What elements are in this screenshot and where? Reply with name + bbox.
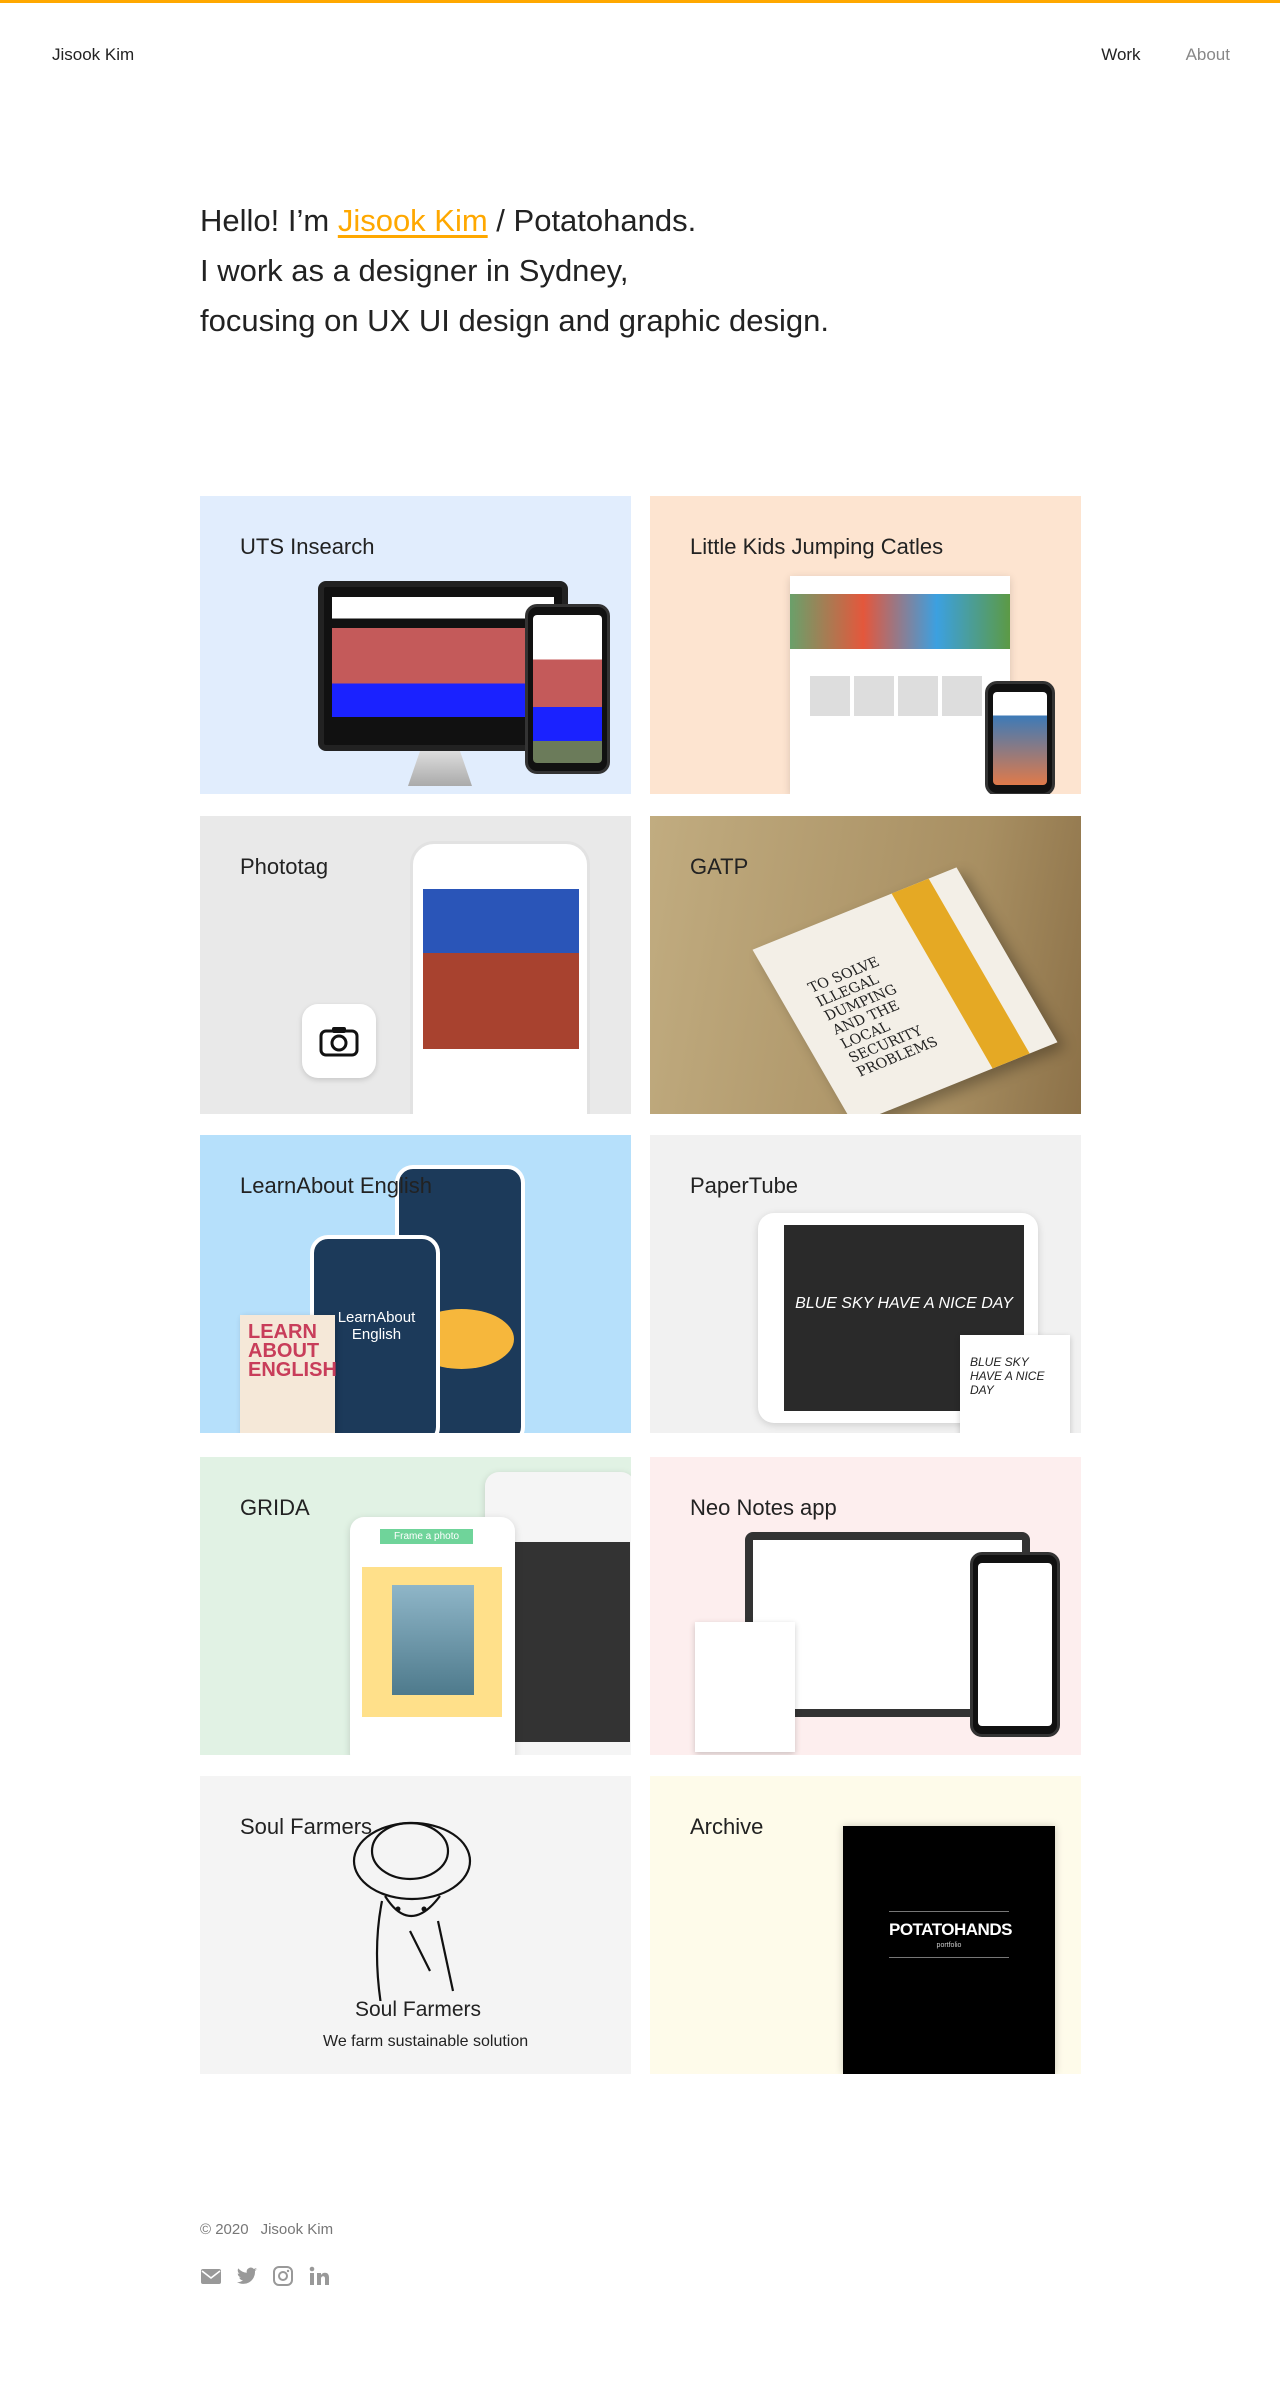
hero-line-2: I work as a designer in Sydney, bbox=[200, 253, 629, 288]
website-mockup bbox=[790, 576, 1010, 794]
brand-link[interactable]: Jisook Kim bbox=[52, 45, 134, 65]
project-title: LearnAbout English bbox=[240, 1173, 433, 1198]
hero-text: / Potatohands. bbox=[487, 203, 697, 238]
project-card-archive[interactable]: Archive POTATOHANDS portfolio bbox=[650, 1776, 1081, 2074]
app-name: LearnAbout English bbox=[337, 1309, 416, 1343]
nav-work[interactable]: Work bbox=[1101, 45, 1140, 65]
phone-mockup bbox=[970, 1552, 1060, 1737]
project-card-papertube[interactable]: PaperTube BLUE SKY HAVE A NICE DAY BLUE … bbox=[650, 1135, 1081, 1433]
project-card-little-kids[interactable]: Little Kids Jumping Catles bbox=[650, 496, 1081, 794]
camera-icon bbox=[302, 1004, 376, 1078]
project-card-uts-insearch[interactable]: UTS Insearch bbox=[200, 496, 631, 794]
project-card-learnabout-english[interactable]: LearnAbout English LearnAbout English LE… bbox=[200, 1135, 631, 1433]
nav-about[interactable]: About bbox=[1186, 45, 1230, 65]
phone-mockup: Frame a photo bbox=[350, 1517, 515, 1755]
farmer-illustration bbox=[352, 1821, 472, 2001]
top-accent-bar bbox=[0, 0, 1280, 3]
linkedin-icon[interactable] bbox=[308, 2265, 330, 2287]
hero-line-1: Hello! I’m Jisook Kim / Potatohands. bbox=[200, 196, 829, 246]
logo-name: Soul Farmers bbox=[355, 1998, 482, 2021]
cover-subtitle: portfolio bbox=[936, 1942, 962, 1949]
project-card-gatp[interactable]: GATP TO SOLVE ILLEGAL DUMPING AND THE LO… bbox=[650, 816, 1081, 1114]
app-banner: Frame a photo bbox=[380, 1529, 474, 1544]
project-title: Phototag bbox=[240, 854, 329, 879]
project-card-neo-notes[interactable]: Neo Notes app bbox=[650, 1457, 1081, 1755]
project-title: PaperTube bbox=[690, 1173, 799, 1198]
footer-copyright: © 2020 Jisook Kim bbox=[200, 2221, 333, 2238]
hero-text: Hello! I’m bbox=[200, 203, 338, 238]
hero-intro: Hello! I’m Jisook Kim / Potatohands. I w… bbox=[200, 196, 829, 346]
footer-name: Jisook Kim bbox=[260, 2221, 334, 2238]
project-title: Soul Farmers bbox=[240, 1814, 373, 1839]
phone-mockup bbox=[410, 841, 590, 1114]
project-title: GATP bbox=[690, 854, 749, 879]
tagline: We farm sustainable solution bbox=[323, 2033, 529, 2050]
paper-note: BLUE SKY HAVE A NICE DAY bbox=[960, 1335, 1070, 1433]
social-links bbox=[200, 2265, 330, 2287]
notepad bbox=[695, 1622, 795, 1752]
project-card-phototag[interactable]: Phototag bbox=[200, 816, 631, 1114]
copyright-text: © 2020 bbox=[200, 2221, 249, 2238]
book-mockup: LEARN ABOUT ENGLISH bbox=[240, 1315, 337, 1433]
book-mockup: TO SOLVE ILLEGAL DUMPING AND THE LOCAL S… bbox=[752, 867, 1058, 1114]
hero-line-3: focusing on UX UI design and graphic des… bbox=[200, 303, 830, 338]
main-nav: Work About bbox=[1101, 45, 1230, 65]
project-title: UTS Insearch bbox=[240, 534, 375, 559]
project-title: Neo Notes app bbox=[690, 1495, 837, 1520]
cover-title: POTATOHANDS bbox=[889, 1920, 1012, 1939]
project-card-soul-farmers[interactable]: Soul Farmers Soul Farmers We farm sustai… bbox=[200, 1776, 631, 2074]
twitter-icon[interactable] bbox=[236, 2265, 258, 2287]
project-title: Archive bbox=[690, 1814, 764, 1839]
project-card-grida[interactable]: GRIDA Frame a photo bbox=[200, 1457, 631, 1755]
phone-mockup bbox=[985, 681, 1055, 794]
project-title: Little Kids Jumping Catles bbox=[690, 534, 944, 559]
instagram-icon[interactable] bbox=[272, 2265, 294, 2287]
name-link[interactable]: Jisook Kim bbox=[338, 203, 488, 238]
mail-icon[interactable] bbox=[200, 2265, 222, 2287]
phone-mockup bbox=[525, 604, 610, 774]
monitor-stand bbox=[408, 751, 472, 786]
project-title: GRIDA bbox=[240, 1495, 310, 1520]
portfolio-cover: POTATOHANDS portfolio bbox=[843, 1826, 1055, 2074]
